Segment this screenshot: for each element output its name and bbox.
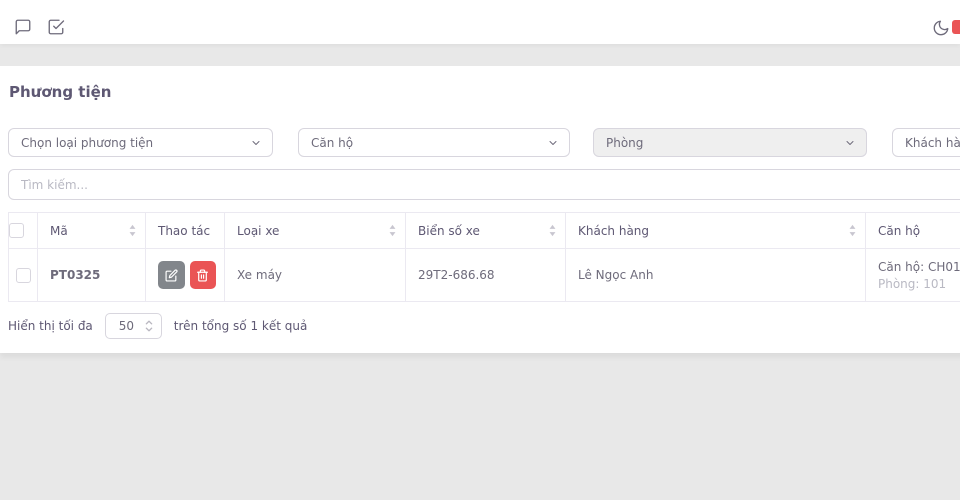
sort-icon[interactable]: [388, 224, 397, 237]
apartment-select[interactable]: Căn hộ: [298, 128, 570, 157]
edit-icon: [165, 269, 178, 282]
vehicle-type-select[interactable]: Chọn loại phương tiện: [8, 128, 273, 157]
moon-icon[interactable]: [932, 19, 950, 37]
apartment-select-label: Căn hộ: [311, 136, 353, 150]
vehicle-type-cell: Xe máy: [225, 249, 406, 302]
customer-cell: Lê Ngọc Anh: [566, 249, 866, 302]
page-size-stepper[interactable]: 50: [105, 313, 162, 339]
delete-button[interactable]: [190, 261, 217, 289]
column-header-label: Căn hộ: [878, 224, 920, 238]
total-results-label: trên tổng số 1 kết quả: [174, 319, 308, 333]
red-badge[interactable]: [952, 20, 960, 34]
message-square-icon[interactable]: [14, 18, 32, 36]
edit-button[interactable]: [158, 261, 185, 289]
room-select-label: Phòng: [606, 136, 643, 150]
column-header-label: Loại xe: [237, 224, 279, 238]
select-all-checkbox[interactable]: [9, 223, 24, 238]
vehicles-table: Mã Thao tác Loại xe Biển số xe: [8, 212, 960, 302]
actions-cell: [146, 249, 225, 302]
page: { "navbar": { "left_icons": ["message-sq…: [0, 0, 960, 500]
customer-select[interactable]: Khách hàng: [892, 128, 960, 157]
column-header-label: Mã: [50, 224, 68, 238]
customer-select-label: Khách hàng: [905, 136, 960, 150]
row-checkbox[interactable]: [16, 268, 31, 283]
content-card: Phương tiện Chọn loại phương tiện Căn hộ…: [0, 66, 960, 353]
column-header-vehicle-type[interactable]: Loại xe: [225, 213, 406, 249]
column-header-label: Thao tác: [158, 224, 210, 238]
column-header-license-plate[interactable]: Biển số xe: [406, 213, 566, 249]
page-size-prefix-label: Hiển thị tối đa: [8, 319, 93, 333]
table-header-row: Mã Thao tác Loại xe Biển số xe: [9, 213, 960, 249]
sort-icon[interactable]: [548, 224, 557, 237]
column-header-code[interactable]: Mã: [38, 213, 146, 249]
page-size-value: 50: [119, 319, 134, 333]
sort-icon[interactable]: [848, 224, 857, 237]
check-square-icon[interactable]: [47, 18, 65, 36]
license-plate-cell: 29T2-686.68: [406, 249, 566, 302]
column-header-label: Khách hàng: [578, 224, 649, 238]
column-header-customer[interactable]: Khách hàng: [566, 213, 866, 249]
column-header-label: Biển số xe: [418, 224, 480, 238]
trash-icon: [196, 269, 209, 282]
vehicle-type-select-label: Chọn loại phương tiện: [21, 136, 153, 150]
room-select[interactable]: Phòng: [593, 128, 867, 157]
search-input[interactable]: [8, 169, 960, 200]
apartment-value: Căn hộ: CH01: [878, 258, 960, 276]
vehicle-code[interactable]: PT0325: [38, 249, 146, 302]
table-row: PT0325: [9, 249, 960, 302]
chevron-down-icon: [547, 137, 559, 149]
top-navbar: [0, 0, 960, 44]
room-value: Phòng: 101: [878, 276, 960, 293]
column-header-actions: Thao tác: [146, 213, 225, 249]
stepper-arrows-icon: [144, 319, 154, 333]
apartment-cell: Căn hộ: CH01 Phòng: 101: [866, 249, 960, 302]
table-footer: Hiển thị tối đa 50 trên tổng số 1 kết qu…: [8, 312, 307, 340]
chevron-down-icon: [250, 137, 262, 149]
chevron-down-icon: [844, 137, 856, 149]
column-header-apartment[interactable]: Căn hộ: [866, 213, 960, 249]
page-title: Phương tiện: [9, 83, 111, 101]
sort-icon[interactable]: [128, 224, 137, 237]
